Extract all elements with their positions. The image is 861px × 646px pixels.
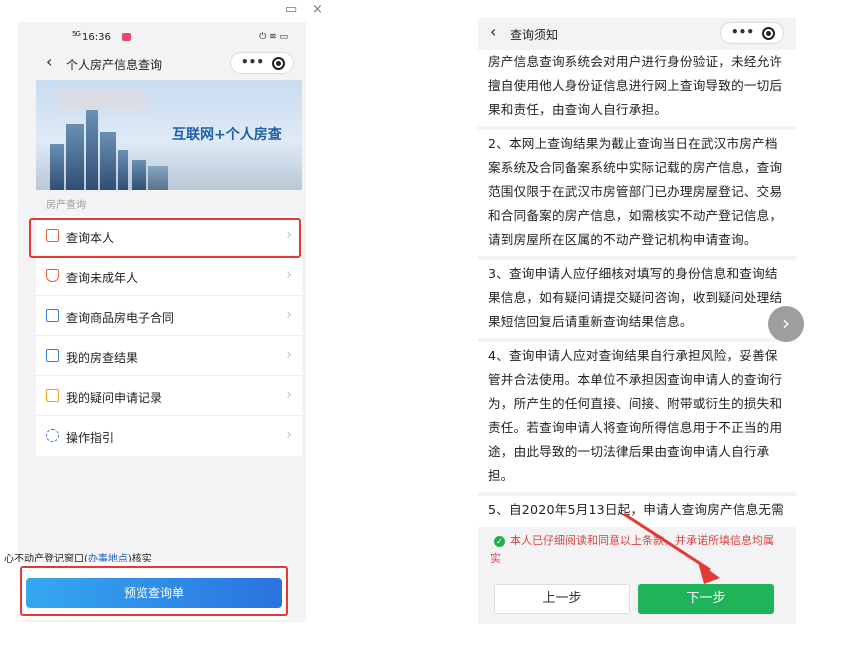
menu-item-label: 操作指引 xyxy=(66,431,115,445)
status-bar: 5G 16:36 ⏻ ≋ ▭ xyxy=(36,28,302,50)
left-navbar: ‹ 个人房产信息查询 ••• xyxy=(36,50,302,78)
page-title: 查询须知 xyxy=(510,28,559,42)
building-shape xyxy=(118,150,128,190)
status-time: 16:36 xyxy=(82,32,111,43)
window-close-icon[interactable]: × xyxy=(312,2,323,17)
prev-step-button[interactable]: 上一步 xyxy=(494,584,630,614)
window-minimize-icon[interactable]: ▭ xyxy=(285,2,297,17)
page-title: 个人房产信息查询 xyxy=(66,58,163,72)
notice-content: 房产信息查询系统会对用户进行身份验证，未经允许擅自使用他人身份证信息进行网上查询… xyxy=(478,50,796,554)
building-shape xyxy=(66,124,84,190)
edit-icon xyxy=(46,389,59,402)
menu-item-label: 查询商品房电子合同 xyxy=(66,311,175,325)
menu-item-query-contract[interactable]: 查询商品房电子合同 › xyxy=(36,296,302,336)
mini-program-capsule[interactable]: ••• xyxy=(230,52,294,74)
notice-paragraph: 3、查询申请人应仔细核对填写的身份信息和查询结果信息，如有疑问请提交疑问咨询，收… xyxy=(478,260,796,338)
recording-icon xyxy=(122,33,131,41)
next-image-arrow-icon[interactable]: › xyxy=(768,306,804,342)
building-shape xyxy=(132,160,146,190)
chevron-right-icon: › xyxy=(286,347,292,363)
arrow-shaft xyxy=(623,512,711,572)
close-target-icon[interactable] xyxy=(272,57,285,70)
chevron-right-icon: › xyxy=(286,267,292,283)
signal-icon: 5G xyxy=(72,30,81,38)
document-icon xyxy=(46,309,59,322)
menu-item-my-inquiries[interactable]: 我的疑问申请记录 › xyxy=(36,376,302,416)
tools-icon xyxy=(46,429,59,442)
menu-item-label: 查询未成年人 xyxy=(66,271,139,285)
menu-item-label: 我的房查结果 xyxy=(66,351,139,365)
arrow-head xyxy=(698,562,720,584)
back-icon[interactable]: ‹ xyxy=(490,22,496,41)
notice-paragraph: 2、本网上查询结果为截止查询当日在武汉市房产档案系统及合同备案系统中实际记载的房… xyxy=(478,130,796,256)
left-phone-screen: ▭ × 5G 16:36 ⏻ ≋ ▭ ‹ 个人房产信息查询 ••• 互联网+个人… xyxy=(0,0,323,646)
close-target-icon[interactable] xyxy=(762,27,775,40)
chevron-right-icon: › xyxy=(286,307,292,323)
screenshot-stage: ▭ × 5G 16:36 ⏻ ≋ ▭ ‹ 个人房产信息查询 ••• 互联网+个人… xyxy=(0,0,861,646)
mini-program-capsule[interactable]: ••• xyxy=(720,22,784,44)
chevron-right-icon: › xyxy=(286,387,292,403)
highlight-box-preview xyxy=(20,566,288,616)
back-icon[interactable]: ‹ xyxy=(46,52,52,71)
red-arrow-annotation xyxy=(623,512,720,584)
right-navbar: ‹ 查询须知 ••• xyxy=(478,18,796,50)
banner-image: 互联网+个人房查 xyxy=(36,80,302,190)
highlight-box-query-self xyxy=(29,218,301,258)
more-icon[interactable]: ••• xyxy=(731,25,754,39)
section-label: 房产查询 xyxy=(46,200,86,211)
notice-paragraph: 4、查询申请人应对查询结果自行承担风险，妥善保管并合法使用。本单位不承担因查询申… xyxy=(478,342,796,492)
chevron-right-icon: › xyxy=(286,427,292,443)
building-shape xyxy=(100,132,116,190)
document-icon xyxy=(46,349,59,362)
banner-slogan: 互联网+个人房查 xyxy=(172,127,282,143)
menu-item-label: 我的疑问申请记录 xyxy=(66,391,163,405)
building-shape xyxy=(50,144,64,190)
menu-item-my-results[interactable]: 我的房查结果 › xyxy=(36,336,302,376)
menu-item-query-minor[interactable]: 查询未成年人 › xyxy=(36,256,302,296)
blurred-logo xyxy=(58,88,146,110)
more-icon[interactable]: ••• xyxy=(241,55,264,69)
building-shape xyxy=(86,110,98,190)
notice-paragraph: 房产信息查询系统会对用户进行身份验证，未经允许擅自使用他人身份证信息进行网上查询… xyxy=(478,50,796,126)
graduation-cap-icon xyxy=(46,269,59,282)
menu-item-guide[interactable]: 操作指引 › xyxy=(36,416,302,456)
status-icons: ⏻ ≋ ▭ xyxy=(259,32,288,42)
building-shape xyxy=(148,166,168,190)
